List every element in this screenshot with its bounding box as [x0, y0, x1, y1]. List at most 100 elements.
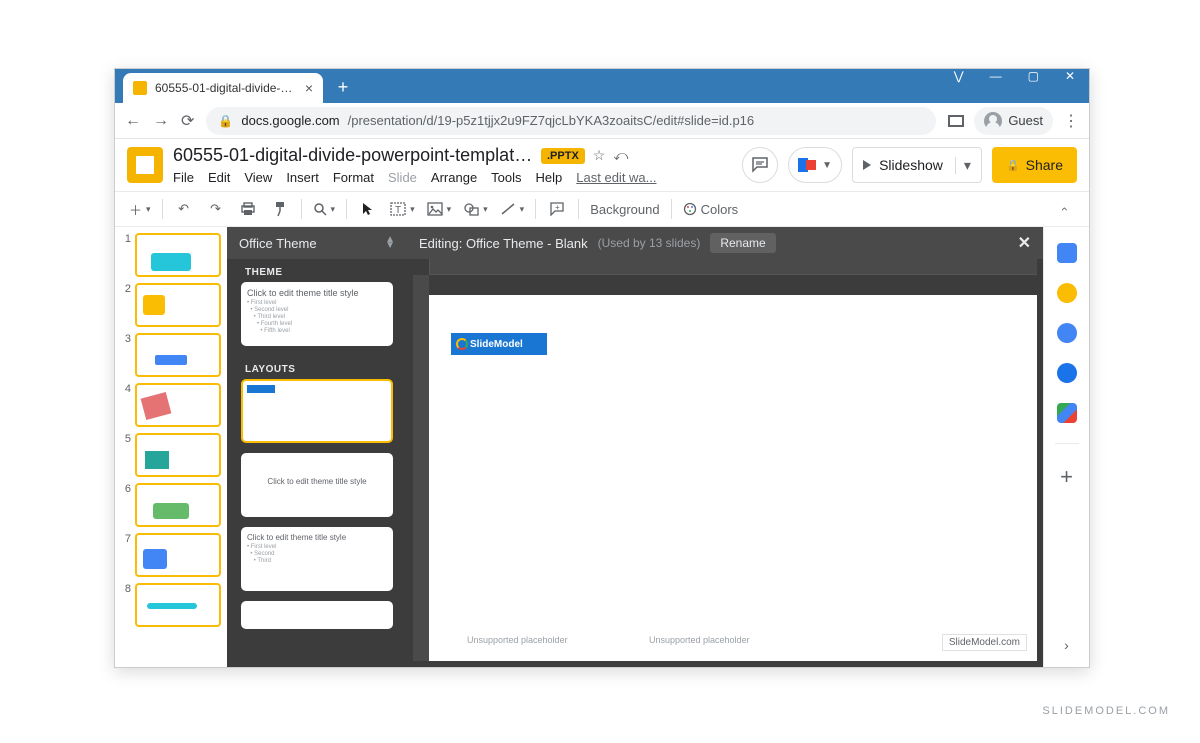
image-tool[interactable]: ▾ [423, 195, 456, 223]
chevron-down-icon[interactable]: ▾ [955, 157, 971, 174]
theme-panel-header[interactable]: Office Theme ▲▼ [227, 227, 407, 259]
page-watermark: SLIDEMODEL.COM [1042, 705, 1170, 717]
paint-format-button[interactable] [266, 195, 294, 223]
zoom-button[interactable]: ▾ [309, 195, 340, 223]
layout-thumb-blank[interactable] [241, 379, 393, 443]
url-input[interactable]: 🔒 docs.google.com/presentation/d/19-p5z1… [206, 107, 936, 135]
theme-panel: Office Theme ▲▼ THEME Click to edit them… [227, 227, 407, 667]
tasks-icon[interactable] [1057, 323, 1077, 343]
forward-button[interactable]: → [153, 112, 169, 130]
placeholder-text: Unsupported placeholder [467, 635, 568, 645]
document-title[interactable]: 60555-01-digital-divide-powerpoint-templ… [173, 145, 533, 166]
close-button[interactable]: ✕ [1065, 69, 1075, 83]
slide-thumb[interactable]: 6 [121, 483, 221, 527]
layouts-section-label: LAYOUTS [241, 356, 393, 379]
slidemodel-logo-box[interactable]: SlideModel [451, 333, 547, 355]
menu-tools[interactable]: Tools [491, 170, 521, 185]
lock-icon: 🔒 [218, 114, 233, 128]
slidemodel-logo-icon [456, 338, 468, 350]
menu-help[interactable]: Help [536, 170, 563, 185]
menu-slide[interactable]: Slide [388, 170, 417, 185]
comment-tool[interactable]: + [543, 195, 571, 223]
layout-thumb-content[interactable]: Click to edit theme title style • First … [241, 527, 393, 591]
layout-thumb[interactable] [241, 601, 393, 629]
meet-icon [798, 158, 818, 172]
reload-button[interactable]: ⟳ [181, 111, 194, 131]
lock-small-icon: 🔒 [1006, 159, 1020, 172]
select-tool[interactable] [354, 195, 382, 223]
keep-icon[interactable] [1057, 283, 1077, 303]
menu-insert[interactable]: Insert [286, 170, 319, 185]
master-thumb[interactable]: Click to edit theme title style • First … [241, 282, 393, 346]
menu-view[interactable]: View [244, 170, 272, 185]
minimize-button[interactable]: — [990, 69, 1002, 83]
slide-thumb[interactable]: 1 [121, 233, 221, 277]
extensions-icon[interactable] [948, 115, 964, 127]
rename-button[interactable]: Rename [710, 233, 775, 253]
print-button[interactable] [234, 195, 262, 223]
window-controls: ⋁ — ▢ ✕ [954, 69, 1089, 83]
menu-arrange[interactable]: Arrange [431, 170, 477, 185]
slide-thumb[interactable]: 2 [121, 283, 221, 327]
line-tool[interactable]: ▾ [496, 195, 529, 223]
back-button[interactable]: ← [125, 112, 141, 130]
url-path: /presentation/d/19-p5z1tjjx2u9FZ7qjcLbYK… [348, 113, 755, 128]
tab-title: 60555-01-digital-divide-powerpo [155, 81, 297, 95]
undo-button[interactable]: ↶ [170, 195, 198, 223]
redo-button[interactable]: ↷ [202, 195, 230, 223]
collapse-toolbar-button[interactable]: ‹ [1051, 195, 1079, 223]
sort-icon[interactable]: ▲▼ [385, 237, 395, 249]
layout-thumb-title[interactable]: Click to edit theme title style [241, 453, 393, 517]
slide-thumb[interactable]: 3 [121, 333, 221, 377]
menu-format[interactable]: Format [333, 170, 374, 185]
star-icon[interactable]: ☆ [593, 147, 606, 164]
tab-close-icon[interactable]: × [305, 80, 313, 96]
maximize-button[interactable]: ▢ [1028, 69, 1039, 83]
browser-tab[interactable]: 60555-01-digital-divide-powerpo × [123, 73, 323, 103]
profile-pill[interactable]: Guest [974, 107, 1053, 135]
canvas-panel: Editing: Office Theme - Blank (Used by 1… [407, 227, 1043, 667]
slide-thumb[interactable]: 5 [121, 433, 221, 477]
slideshow-label: Slideshow [879, 157, 943, 173]
slide-thumb[interactable]: 7 [121, 533, 221, 577]
vertical-ruler[interactable] [413, 275, 429, 661]
collapse-rail-button[interactable]: › [1064, 637, 1069, 653]
close-theme-editor-icon[interactable]: ✕ [1018, 233, 1031, 253]
slides-logo-icon[interactable] [127, 147, 163, 183]
calendar-icon[interactable] [1057, 243, 1077, 263]
horizontal-ruler[interactable] [413, 259, 1037, 275]
editing-label: Editing: Office Theme - Blank [419, 236, 588, 251]
comments-button[interactable] [742, 147, 778, 183]
slidemodel-logo-text: SlideModel [470, 339, 523, 350]
slide-thumb[interactable]: 4 [121, 383, 221, 427]
footer-brand-box[interactable]: SlideModel.com [942, 634, 1027, 651]
new-slide-button[interactable]: ＋ ▾ [125, 195, 155, 223]
new-tab-button[interactable]: + [329, 73, 357, 101]
menu-edit[interactable]: Edit [208, 170, 230, 185]
meet-button[interactable]: ▼ [788, 147, 842, 183]
profile-label: Guest [1008, 113, 1043, 128]
minimize-icon[interactable]: ⋁ [954, 69, 964, 83]
contacts-icon[interactable] [1057, 363, 1077, 383]
theme-section-label: THEME [227, 259, 407, 282]
maps-icon[interactable] [1057, 403, 1077, 423]
editor-area: 1 2 3 4 5 6 7 8 Office Theme ▲▼ THEME Cl… [115, 227, 1089, 667]
slide-canvas[interactable]: SlideModel Unsupported placeholder Unsup… [429, 295, 1037, 661]
slide-thumb[interactable]: 8 [121, 583, 221, 627]
chrome-window: 60555-01-digital-divide-powerpo × + ⋁ — … [114, 68, 1090, 668]
add-addon-button[interactable]: + [1060, 464, 1073, 490]
last-edit-link[interactable]: Last edit wa... [576, 170, 656, 185]
slideshow-button[interactable]: Slideshow ▾ [852, 147, 982, 183]
menu-file[interactable]: File [173, 170, 194, 185]
chrome-menu-icon[interactable]: ⋮ [1063, 111, 1079, 131]
background-button[interactable]: Background [586, 195, 663, 223]
slides-favicon [133, 81, 147, 95]
move-icon[interactable]: ⤺ [613, 147, 628, 164]
colors-button[interactable]: Colors [679, 195, 743, 223]
canvas-header: Editing: Office Theme - Blank (Used by 1… [407, 227, 1043, 259]
shape-tool[interactable]: ▾ [459, 195, 492, 223]
slides-filmstrip[interactable]: 1 2 3 4 5 6 7 8 [115, 227, 227, 667]
text-box-tool[interactable]: T ▾ [386, 195, 419, 223]
share-button[interactable]: 🔒 Share [992, 147, 1077, 183]
theme-panel-title: Office Theme [239, 236, 317, 251]
